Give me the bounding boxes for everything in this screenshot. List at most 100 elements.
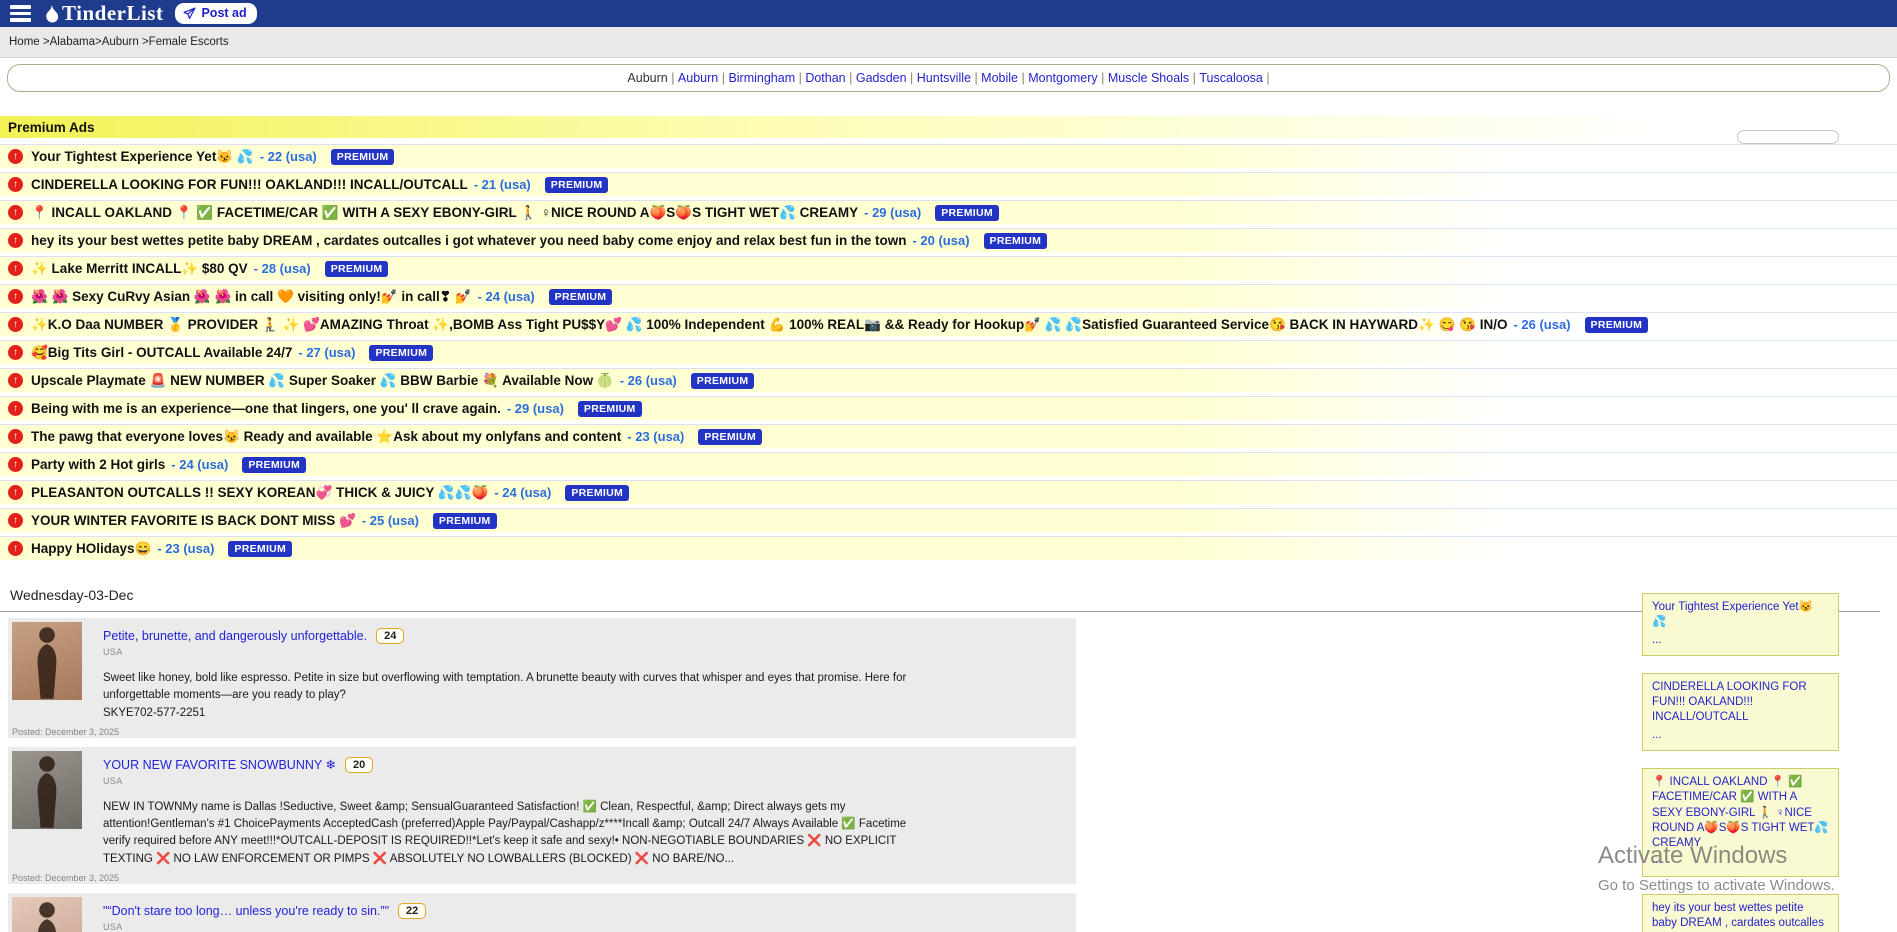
premium-ad-title[interactable]: The pawg that everyone loves😼 Ready and …: [31, 429, 621, 445]
sidebar-ad-title[interactable]: CINDERELLA LOOKING FOR FUN!!! OAKLAND!!!…: [1652, 680, 1829, 726]
post-ad-button[interactable]: Post ad: [175, 3, 256, 24]
premium-ad-title[interactable]: 📍 INCALL OAKLAND 📍 ✅ FACETIME/CAR ✅ WITH…: [31, 205, 858, 221]
premium-ad-row: ↑ ✨K.O Daa NUMBER 🥇 PROVIDER 🧎 ✨ 💕AMAZIN…: [0, 312, 1897, 336]
city-link[interactable]: Montgomery: [1028, 71, 1097, 85]
premium-ad-age-region: - 23 (usa): [157, 541, 214, 556]
sidebar-ad-title[interactable]: 📍 INCALL OAKLAND 📍 ✅ FACETIME/CAR ✅ WITH…: [1652, 775, 1829, 851]
bump-up-icon: ↑: [8, 513, 23, 528]
premium-ad-title[interactable]: 🥰Big Tits Girl - OUTCALL Available 24/7: [31, 345, 292, 361]
sidebar-ad-box[interactable]: hey its your best wettes petite baby DRE…: [1642, 894, 1839, 932]
sidebar-ad-box[interactable]: Your Tightest Experience Yet😼 💦 ...: [1642, 593, 1839, 656]
premium-ad-title[interactable]: YOUR WINTER FAVORITE IS BACK DONT MISS 💕: [31, 513, 356, 529]
menu-icon[interactable]: [8, 3, 33, 23]
premium-ad-title[interactable]: Happy HOlidays😄: [31, 541, 151, 557]
premium-ad-age-region: - 26 (usa): [620, 373, 677, 388]
listing-row: YOUR NEW FAVORITE SNOWBUNNY ❄ 20 USA NEW…: [8, 747, 1076, 884]
city-separator: |: [1189, 71, 1199, 85]
city-item: Tuscaloosa |: [1199, 71, 1269, 85]
city-link[interactable]: Auburn: [627, 71, 667, 85]
city-item: Muscle Shoals |: [1108, 71, 1200, 85]
city-separator: |: [1098, 71, 1108, 85]
premium-badge: PREMIUM: [578, 401, 642, 417]
premium-ad-title[interactable]: 🌺 🌺 Sexy CuRvy Asian 🌺 🌺 in call 🧡 visit…: [31, 289, 472, 305]
city-separator: |: [668, 71, 678, 85]
premium-ad-title[interactable]: CINDERELLA LOOKING FOR FUN!!! OAKLAND!!!…: [31, 177, 468, 192]
city-link[interactable]: Birmingham: [728, 71, 795, 85]
empty-ad-placeholder: [1737, 130, 1839, 144]
city-link[interactable]: Muscle Shoals: [1108, 71, 1189, 85]
city-separator: |: [846, 71, 856, 85]
sidebar-ad-title[interactable]: hey its your best wettes petite baby DRE…: [1652, 901, 1829, 932]
sidebar-ad-box[interactable]: 📍 INCALL OAKLAND 📍 ✅ FACETIME/CAR ✅ WITH…: [1642, 768, 1839, 877]
city-link[interactable]: Tuscaloosa: [1199, 71, 1262, 85]
city-separator: |: [1263, 71, 1270, 85]
city-separator: |: [795, 71, 805, 85]
city-link[interactable]: Auburn: [678, 71, 718, 85]
premium-badge: PREMIUM: [698, 429, 762, 445]
premium-badge: PREMIUM: [984, 233, 1048, 249]
premium-ad-title[interactable]: Upscale Playmate 🚨 NEW NUMBER 💦 Super So…: [31, 373, 614, 389]
bump-up-icon: ↑: [8, 373, 23, 388]
listing-posted-date: Posted: December 3, 2025: [12, 727, 119, 737]
premium-ad-row: ↑ The pawg that everyone loves😼 Ready an…: [0, 424, 1897, 448]
listing-row: Petite, brunette, and dangerously unforg…: [8, 618, 1076, 738]
brand-logo[interactable]: TinderList: [45, 1, 163, 26]
premium-ad-row: ↑ PLEASANTON OUTCALLS !! SEXY KOREAN💞 TH…: [0, 480, 1897, 504]
city-item: Birmingham |: [728, 71, 805, 85]
city-link[interactable]: Huntsville: [917, 71, 971, 85]
premium-ad-row: ↑ YOUR WINTER FAVORITE IS BACK DONT MISS…: [0, 508, 1897, 532]
listing-thumbnail[interactable]: [12, 751, 82, 829]
listing-title-link[interactable]: Petite, brunette, and dangerously unforg…: [103, 629, 367, 643]
premium-ad-title[interactable]: ✨ Lake Merritt INCALL✨ $80 QV: [31, 261, 248, 277]
listing-title-link[interactable]: YOUR NEW FAVORITE SNOWBUNNY ❄: [103, 757, 336, 772]
age-badge: 24: [376, 628, 404, 644]
premium-badge: PREMIUM: [565, 485, 629, 501]
premium-ad-title[interactable]: Party with 2 Hot girls: [31, 457, 165, 472]
city-link[interactable]: Gadsden: [856, 71, 907, 85]
bump-up-icon: ↑: [8, 289, 23, 304]
listing-country: USA: [103, 776, 1064, 786]
city-item: Huntsville |: [917, 71, 981, 85]
listing-body: YOUR NEW FAVORITE SNOWBUNNY ❄ 20 USA NEW…: [103, 757, 1064, 868]
city-separator: |: [718, 71, 728, 85]
city-link[interactable]: Mobile: [981, 71, 1018, 85]
premium-ad-title[interactable]: PLEASANTON OUTCALLS !! SEXY KOREAN💞 THIC…: [31, 485, 488, 501]
premium-badge: PREMIUM: [545, 177, 609, 193]
listing-title-link[interactable]: "“Don't stare too long… unless you're re…: [103, 904, 389, 918]
premium-ad-row: ↑ 🥰Big Tits Girl - OUTCALL Available 24/…: [0, 340, 1897, 364]
premium-ad-row: ↑ 📍 INCALL OAKLAND 📍 ✅ FACETIME/CAR ✅ WI…: [0, 200, 1897, 224]
premium-ad-age-region: - 21 (usa): [474, 177, 531, 192]
city-link[interactable]: Dothan: [805, 71, 845, 85]
listing-thumbnail[interactable]: [12, 897, 82, 932]
premium-badge: PREMIUM: [325, 261, 389, 277]
premium-ad-row: ↑ hey its your best wettes petite baby D…: [0, 228, 1897, 252]
premium-ad-age-region: - 20 (usa): [912, 233, 969, 248]
premium-ad-title[interactable]: Being with me is an experience—one that …: [31, 401, 501, 416]
premium-ad-age-region: - 25 (usa): [362, 513, 419, 528]
sidebar-ad-ellipsis: ...: [1652, 633, 1829, 648]
city-item: Auburn |: [678, 71, 729, 85]
premium-ad-age-region: - 24 (usa): [171, 457, 228, 472]
city-item: Montgomery |: [1028, 71, 1108, 85]
premium-ad-title[interactable]: ✨K.O Daa NUMBER 🥇 PROVIDER 🧎 ✨ 💕AMAZING …: [31, 317, 1507, 333]
listings-section: Wednesday-03-Dec Petite, brunette, and d…: [0, 582, 1897, 932]
sidebar-ad-title[interactable]: Your Tightest Experience Yet😼 💦: [1652, 600, 1829, 631]
premium-ad-title[interactable]: hey its your best wettes petite baby DRE…: [31, 233, 906, 248]
paper-plane-icon: [183, 7, 196, 20]
premium-ad-row: ↑ ✨ Lake Merritt INCALL✨ $80 QV - 28 (us…: [0, 256, 1897, 280]
city-item: Mobile |: [981, 71, 1028, 85]
breadcrumb[interactable]: Home >Alabama>Auburn >Female Escorts: [9, 36, 229, 48]
premium-ad-title[interactable]: Your Tightest Experience Yet😼 💦: [31, 149, 254, 165]
age-badge: 20: [345, 757, 373, 773]
city-item: Dothan |: [805, 71, 856, 85]
listing-thumbnail[interactable]: [12, 622, 82, 700]
premium-badge: PREMIUM: [369, 345, 433, 361]
city-nav: Auburn | Auburn | Birmingham | Dothan | …: [7, 64, 1890, 92]
city-item: Auburn |: [627, 71, 678, 85]
premium-ad-row: ↑ Your Tightest Experience Yet😼 💦 - 22 (…: [0, 144, 1897, 168]
sidebar-ad-box[interactable]: CINDERELLA LOOKING FOR FUN!!! OAKLAND!!!…: [1642, 673, 1839, 751]
premium-badge: PREMIUM: [691, 373, 755, 389]
premium-ad-age-region: - 24 (usa): [494, 485, 551, 500]
premium-badge: PREMIUM: [549, 289, 613, 305]
premium-ads-header: Premium Ads: [0, 116, 1897, 138]
